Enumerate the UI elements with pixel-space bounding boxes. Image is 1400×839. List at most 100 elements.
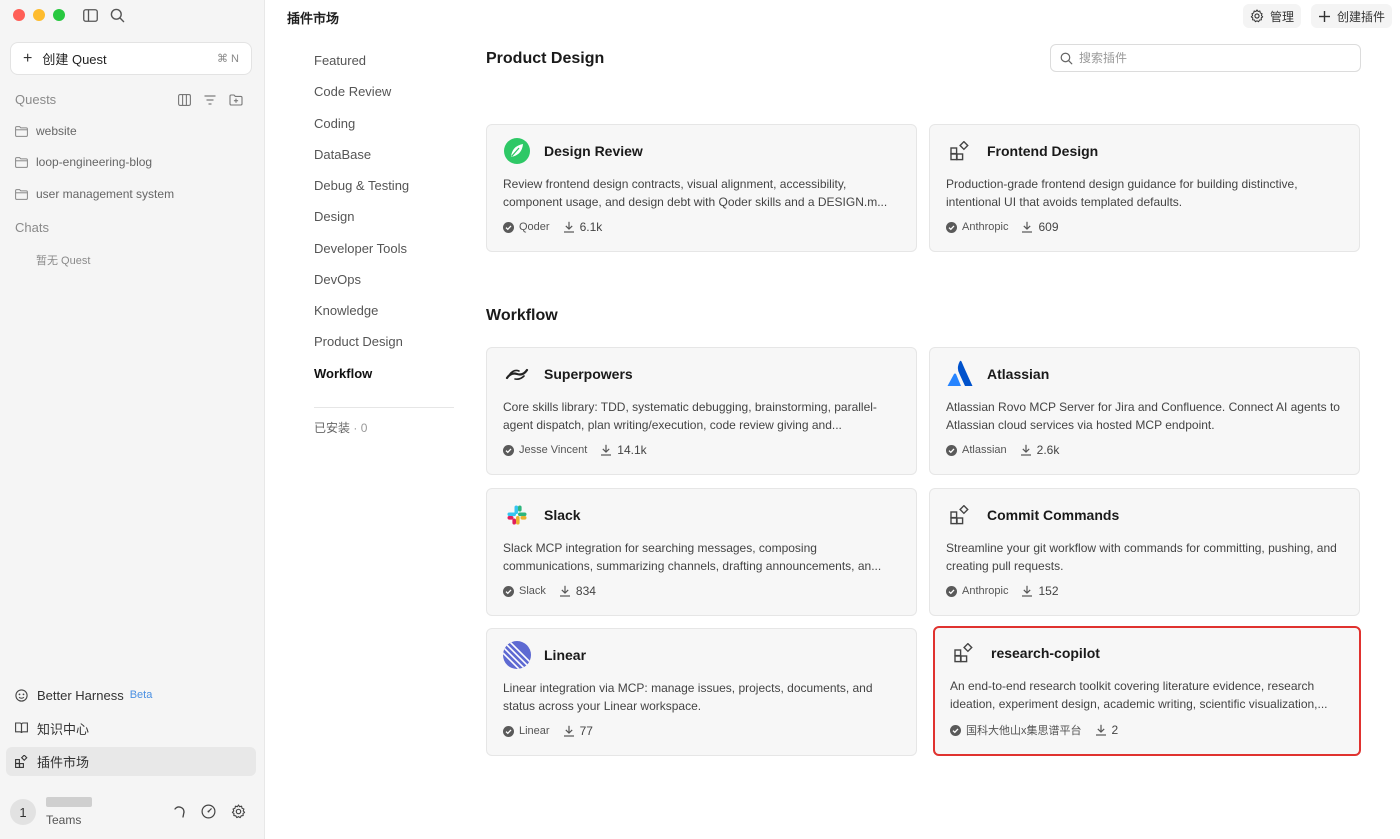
verified-badge-icon (946, 221, 957, 233)
quests-heading: Quests (15, 92, 57, 107)
plugin-title: research-copilot (991, 645, 1100, 661)
plugin-author: Anthropic (946, 221, 1008, 233)
settings-gear-icon[interactable] (230, 803, 247, 820)
manage-label: 管理 (1270, 9, 1295, 24)
plugin-author: Jesse Vincent (503, 444, 587, 456)
footer-tools (170, 803, 247, 820)
download-icon (1020, 444, 1031, 456)
gauge-icon[interactable] (200, 803, 217, 820)
plugin-description: An end-to-end research toolkit covering … (950, 679, 1328, 711)
download-count: 14.1k (617, 443, 647, 457)
plugin-description: Streamline your git workflow with comman… (946, 541, 1337, 573)
window-controls (13, 9, 65, 21)
category-developer-tools[interactable]: Developer Tools (314, 241, 407, 259)
download-icon (559, 585, 570, 597)
atlassian-icon (946, 360, 974, 388)
search-icon[interactable] (108, 6, 126, 24)
sidebar-item-quest[interactable]: loop-engineering-blog (15, 153, 152, 171)
search-input[interactable] (1079, 51, 1339, 65)
category-knowledge[interactable]: Knowledge (314, 303, 378, 321)
category-design[interactable]: Design (314, 209, 354, 227)
author-name: Linear (519, 725, 550, 737)
minimize-window-button[interactable] (33, 9, 45, 21)
knowledge-center-label: 知识中心 (37, 721, 90, 737)
author-name: Atlassian (962, 444, 1007, 456)
sync-icon[interactable] (170, 803, 187, 820)
plugin-downloads: 77 (563, 724, 593, 738)
download-count: 2 (1111, 723, 1119, 737)
download-count: 6.1k (579, 220, 603, 234)
author-name: Anthropic (962, 585, 1009, 597)
create-plugin-button[interactable]: 创建插件 (1311, 4, 1393, 28)
plugin-description: Atlassian Rovo MCP Server for Jira and C… (946, 400, 1340, 432)
plugin-card-slack[interactable]: Slack Slack MCP integration for searchin… (486, 488, 917, 616)
sidebar-item-knowledge-center[interactable]: 知识中心 (15, 718, 89, 738)
plugin-author: Anthropic (946, 585, 1008, 597)
new-quest-button[interactable]: + 创建 Quest ⌘ N (10, 42, 252, 75)
category-database[interactable]: DataBase (314, 147, 371, 165)
category-code-review[interactable]: Code Review (314, 84, 391, 102)
plugin-downloads: 14.1k (600, 443, 647, 457)
settings-gear-icon (1250, 9, 1264, 23)
sidebar: + 创建 Quest ⌘ N Quests website loop-engin… (0, 0, 265, 839)
create-plugin-label: 创建插件 (1337, 9, 1386, 24)
plugin-description: Linear integration via MCP: manage issue… (503, 681, 873, 713)
close-window-button[interactable] (13, 9, 25, 21)
maximize-window-button[interactable] (53, 9, 65, 21)
new-quest-label: 创建 Quest (42, 52, 107, 67)
installed-separator: · (353, 421, 358, 435)
plugin-grid-icon (946, 501, 974, 529)
user-name-redacted (46, 797, 92, 807)
plugin-card-atlassian[interactable]: Atlassian Atlassian Rovo MCP Server for … (929, 347, 1360, 475)
plugin-card-superpowers[interactable]: Superpowers Core skills library: TDD, sy… (486, 347, 917, 475)
plugin-search[interactable] (1050, 44, 1361, 72)
columns-view-icon[interactable] (176, 92, 192, 108)
verified-badge-icon (946, 585, 957, 597)
category-workflow[interactable]: Workflow (314, 366, 372, 384)
plugin-card-frontend-design[interactable]: Frontend Design Production-grade fronten… (929, 124, 1360, 252)
sidebar-toggle-icon[interactable] (81, 6, 99, 24)
verified-badge-icon (503, 725, 514, 737)
download-icon (601, 444, 612, 456)
sidebar-item-better-harness[interactable]: Better Harness Beta (15, 685, 152, 705)
sidebar-item-plugin-market[interactable]: 插件市场 (6, 747, 256, 776)
author-name: Jesse Vincent (519, 444, 588, 456)
plugin-downloads: 834 (559, 584, 596, 598)
author-name: Slack (519, 585, 546, 597)
plugin-downloads: 2 (1095, 723, 1119, 737)
plugin-card-research-copilot[interactable]: research-copilot An end-to-end research … (933, 626, 1361, 756)
sidebar-item-quest[interactable]: user management system (15, 185, 174, 203)
category-coding[interactable]: Coding (314, 116, 355, 134)
download-count: 609 (1038, 220, 1059, 234)
beta-badge: Beta (129, 689, 153, 701)
plugin-downloads: 152 (1021, 584, 1059, 598)
user-profile[interactable]: 1 Teams (10, 797, 92, 827)
category-featured[interactable]: Featured (314, 53, 366, 71)
verified-badge-icon (946, 444, 957, 456)
sidebar-item-quest[interactable]: website (15, 122, 77, 140)
author-name: Anthropic (962, 221, 1009, 233)
plugin-description: Review frontend design contracts, visual… (503, 177, 888, 209)
new-folder-icon[interactable] (228, 92, 244, 108)
download-count: 834 (575, 584, 596, 598)
manage-button[interactable]: 管理 (1243, 4, 1302, 28)
plugin-author: Atlassian (946, 444, 1007, 456)
category-devops[interactable]: DevOps (314, 272, 361, 290)
plugin-author: 国科大他山x集思谱平台 (950, 722, 1082, 738)
plugin-author: Slack (503, 585, 546, 597)
plugin-card-design-review[interactable]: Design Review Review frontend design con… (486, 124, 917, 252)
chats-heading: Chats (15, 220, 49, 235)
category-product-design[interactable]: Product Design (314, 334, 403, 352)
installed-count: 0 (360, 421, 368, 435)
filter-icon[interactable] (202, 92, 218, 108)
plugin-card-commit-commands[interactable]: Commit Commands Streamline your git work… (929, 488, 1360, 616)
category-debug-testing[interactable]: Debug & Testing (314, 178, 409, 196)
plugin-description: Core skills library: TDD, systematic deb… (503, 400, 877, 432)
plugin-downloads: 2.6k (1020, 443, 1059, 457)
folder-icon (15, 156, 28, 168)
plugin-title: Frontend Design (987, 143, 1099, 159)
plugin-card-linear[interactable]: Linear Linear integration via MCP: manag… (486, 628, 917, 756)
download-count: 152 (1038, 584, 1059, 598)
chats-empty-text: 暂无 Quest (36, 255, 91, 267)
installed-filter[interactable]: 已安装 · 0 (314, 419, 367, 436)
